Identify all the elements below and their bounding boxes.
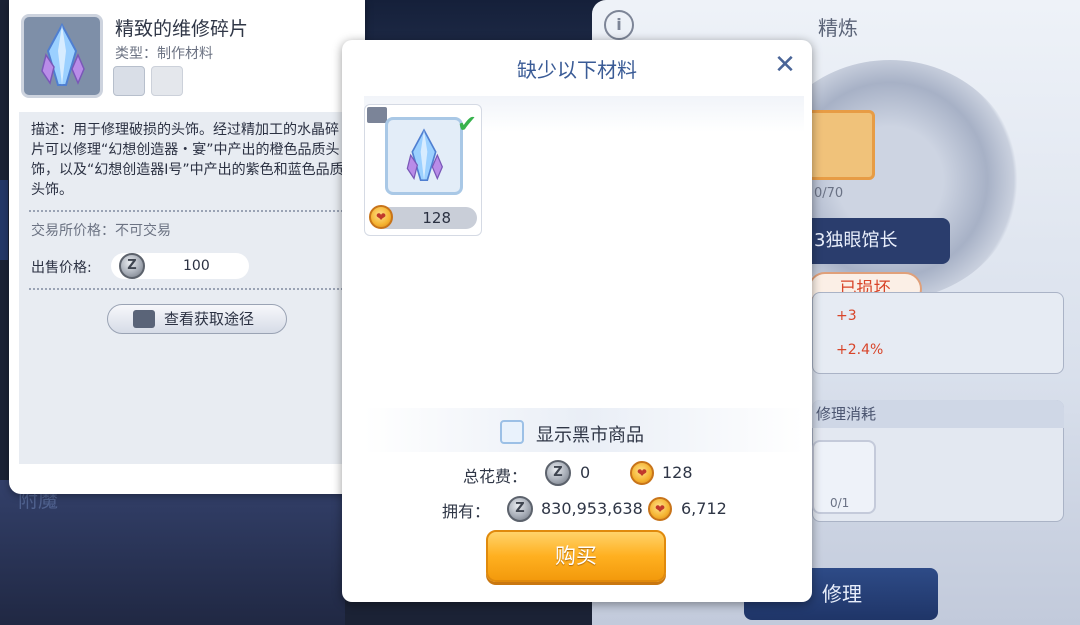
repair-cost-title: 修理消耗 — [812, 400, 1064, 428]
check-icon: ✔ — [457, 110, 478, 138]
material-type-icon[interactable] — [113, 66, 145, 96]
zeny-coin-icon: Z — [545, 460, 571, 486]
owned-zeny-value: 830,953,638 — [541, 499, 643, 518]
card-art — [805, 110, 875, 180]
refine-title: 精炼 — [818, 16, 858, 40]
buy-button[interactable]: 购买 — [486, 530, 666, 582]
divider — [29, 288, 347, 290]
dialog-title: 缺少以下材料 — [517, 58, 637, 82]
crystal-shard-icon — [406, 128, 444, 181]
boss-name-banner: 3独眼馆长 — [800, 218, 950, 264]
info-icon[interactable]: i — [604, 10, 634, 40]
tooltip-body: 描述：用于修理破损的头饰。经过精加工的水晶碎片可以修理“幻想创造器・宴”中产出的… — [19, 112, 355, 464]
zeny-coin-icon: Z — [507, 496, 533, 522]
sell-price-label: 出售价格: — [31, 260, 92, 276]
divider — [29, 210, 347, 212]
stat-line-1: +3 — [836, 308, 857, 324]
material-card[interactable]: ✔ 128 ❤ — [364, 104, 482, 236]
zeny-coin-icon: Z — [119, 253, 145, 279]
trade-price: 交易所价格：不可交易 — [31, 223, 171, 239]
item-description: 描述：用于修理破损的头饰。经过精加工的水晶碎片可以修理“幻想创造器・宴”中产出的… — [31, 122, 344, 198]
search-list-icon — [133, 310, 155, 328]
owned-paw-value: 6,712 — [681, 499, 727, 518]
item-name: 精致的维修碎片 — [115, 18, 249, 40]
paw-coin-icon: ❤ — [369, 205, 393, 229]
repair-cost-count: 0/1 — [830, 496, 850, 510]
material-icon-frame — [385, 117, 463, 195]
stats-box — [812, 292, 1064, 374]
total-zeny-value: 0 — [580, 463, 591, 482]
owned-label: 拥有： — [442, 502, 491, 521]
close-icon[interactable]: ✕ — [772, 52, 798, 78]
card-count: 0/70 — [814, 186, 844, 201]
item-type: 类型：制作材料 — [115, 46, 213, 62]
total-cost-label: 总花费： — [463, 467, 528, 486]
stat-line-2: +2.4% — [836, 342, 884, 358]
crystal-shard-icon — [41, 22, 85, 86]
black-market-checkbox[interactable] — [500, 420, 524, 444]
shop-icon — [367, 107, 387, 123]
total-paw-value: 128 — [662, 463, 693, 482]
paw-coin-icon: ❤ — [630, 461, 654, 485]
bg-left-strip — [0, 180, 8, 260]
sell-price-value: 100 — [183, 258, 210, 274]
missing-materials-dialog: 缺少以下材料 ✕ ✔ 128 ❤ 显示黑市商品 总花费： Z 0 ❤ 128 拥… — [342, 40, 812, 602]
item-tooltip: 精致的维修碎片 类型：制作材料 描述：用于修理破损的头饰。经过精加工的水晶碎片可… — [9, 0, 365, 494]
storage-icon[interactable] — [151, 66, 183, 96]
item-icon-frame — [21, 14, 103, 98]
black-market-label[interactable]: 显示黑市商品 — [536, 421, 644, 447]
paw-coin-icon: ❤ — [648, 497, 672, 521]
